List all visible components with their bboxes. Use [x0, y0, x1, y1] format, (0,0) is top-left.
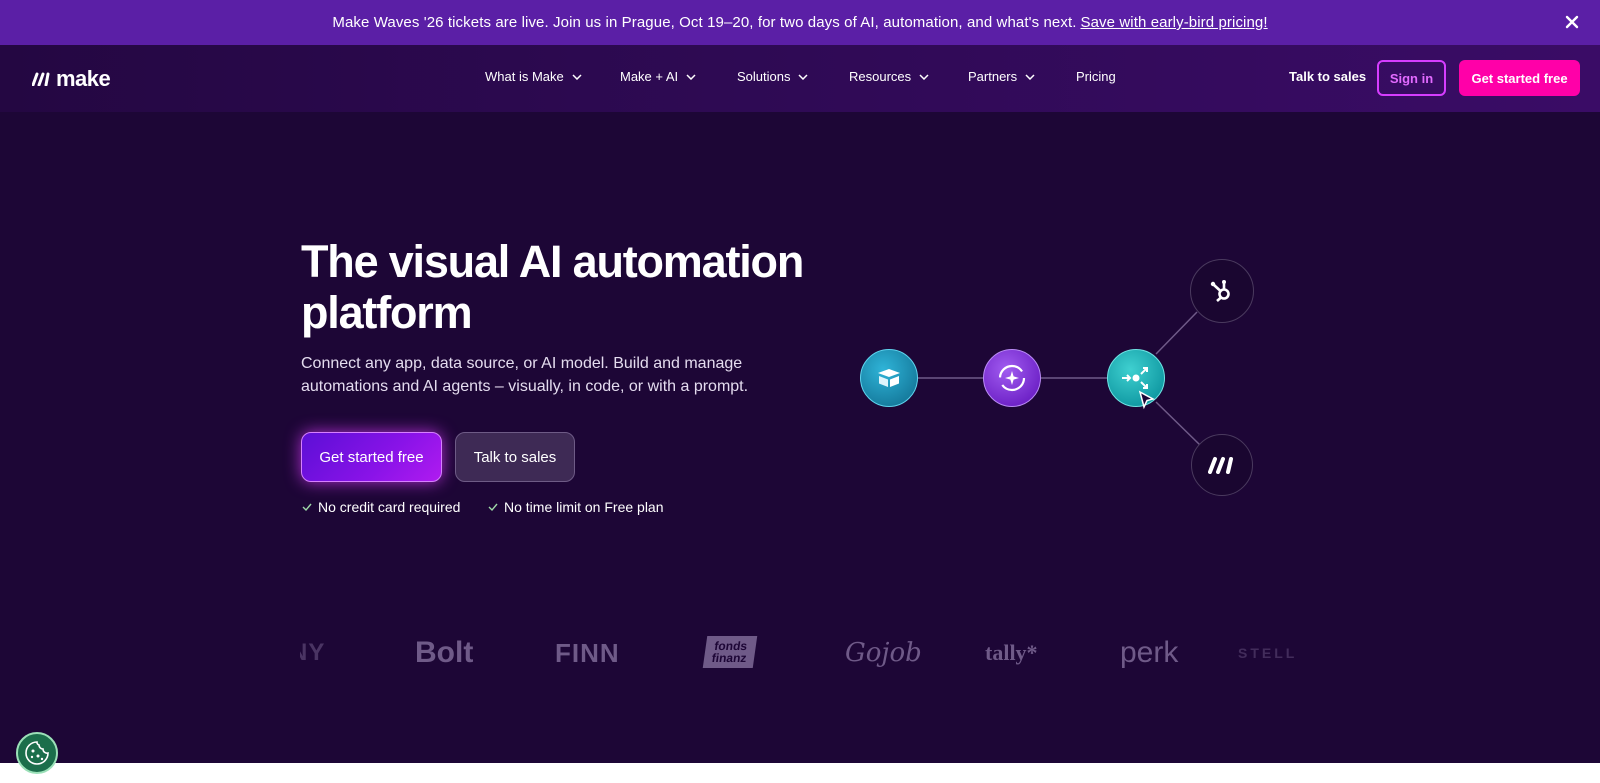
hubspot-node[interactable] [1190, 259, 1254, 323]
automation-diagram [830, 240, 1270, 520]
nav-item-solutions[interactable]: Solutions [737, 69, 809, 84]
nav-item-label: What is Make [485, 69, 564, 84]
hero-subtitle: Connect any app, data source, or AI mode… [301, 355, 749, 395]
talk-to-sales-link[interactable]: Talk to sales [1289, 69, 1366, 84]
announcement-banner: Make Waves '26 tickets are live. Join us… [0, 0, 1600, 45]
nav-item-label: Resources [849, 69, 912, 84]
hero-title: The visual AI automation platform [301, 236, 821, 338]
nav-item-make-ai[interactable]: Make + AI [620, 69, 696, 84]
top-nav: make What is Make Make + AI Solutions Re… [0, 45, 1600, 112]
nav-item-resources[interactable]: Resources [849, 69, 929, 84]
nav-item-label: Solutions [737, 69, 791, 84]
nav-item-partners[interactable]: Partners [968, 69, 1035, 84]
check-no-credit-card: No credit card required [302, 499, 460, 515]
close-icon[interactable] [1562, 12, 1582, 32]
make-logo-icon [1208, 457, 1233, 474]
nav-item-label: Partners [968, 69, 1018, 84]
sign-in-button[interactable]: Sign in [1377, 60, 1446, 96]
banner-message: Make Waves '26 tickets are live. Join us… [332, 14, 1077, 31]
ai-sparkle-icon [998, 364, 1026, 392]
checkmark-icon [302, 503, 312, 511]
ai-node[interactable] [983, 349, 1041, 407]
cursor-icon [1138, 390, 1156, 410]
logo-bolt: Bolt [415, 636, 474, 669]
page: Make Waves '26 tickets are live. Join us… [0, 0, 1600, 763]
make-node[interactable] [1191, 434, 1253, 496]
talk-to-sales-button[interactable]: Talk to sales [455, 432, 575, 482]
nav-item-label: Pricing [1076, 69, 1116, 84]
chevron-down-icon [798, 73, 809, 80]
airtable-icon [878, 369, 900, 387]
logo-finn: FINN [555, 637, 620, 668]
get-started-nav-button[interactable]: Get started free [1459, 60, 1580, 96]
logo-partial-left: NY [300, 639, 326, 666]
early-bird-link[interactable]: Save with early-bird pricing! [1081, 14, 1268, 31]
hero-title-line-1: The visual AI automation [301, 236, 804, 287]
cookie-icon [25, 741, 49, 765]
nav-item-pricing[interactable]: Pricing [1076, 69, 1116, 84]
chevron-down-icon [919, 73, 929, 80]
chevron-down-icon [686, 73, 696, 80]
nav-item-label: Make + AI [620, 69, 679, 84]
logo-perk: perk [1120, 636, 1179, 669]
logo-partial-right: STELL [1238, 645, 1298, 661]
customer-logos: NY Bolt FINN fonds finanz Gojob tally* p… [300, 628, 1300, 678]
hero-title-line-2: platform [301, 287, 473, 338]
check-label: No time limit on Free plan [504, 499, 664, 515]
logo-gojob: Gojob [845, 638, 922, 668]
hubspot-icon [1210, 280, 1230, 302]
router-icon [1122, 367, 1148, 389]
chevron-down-icon [1025, 73, 1035, 80]
get-started-button[interactable]: Get started free [301, 432, 442, 482]
checkmark-icon [488, 503, 498, 511]
check-label: No credit card required [318, 499, 461, 515]
nav-item-what-is-make[interactable]: What is Make [485, 69, 582, 84]
cookie-settings-button[interactable] [16, 732, 58, 774]
logo-fonds-finanz: fonds finanz [702, 636, 758, 668]
chevron-down-icon [572, 73, 582, 80]
logo-tally: tally* [985, 640, 1038, 665]
airtable-node[interactable] [860, 349, 918, 407]
check-no-time-limit: No time limit on Free plan [488, 499, 664, 515]
